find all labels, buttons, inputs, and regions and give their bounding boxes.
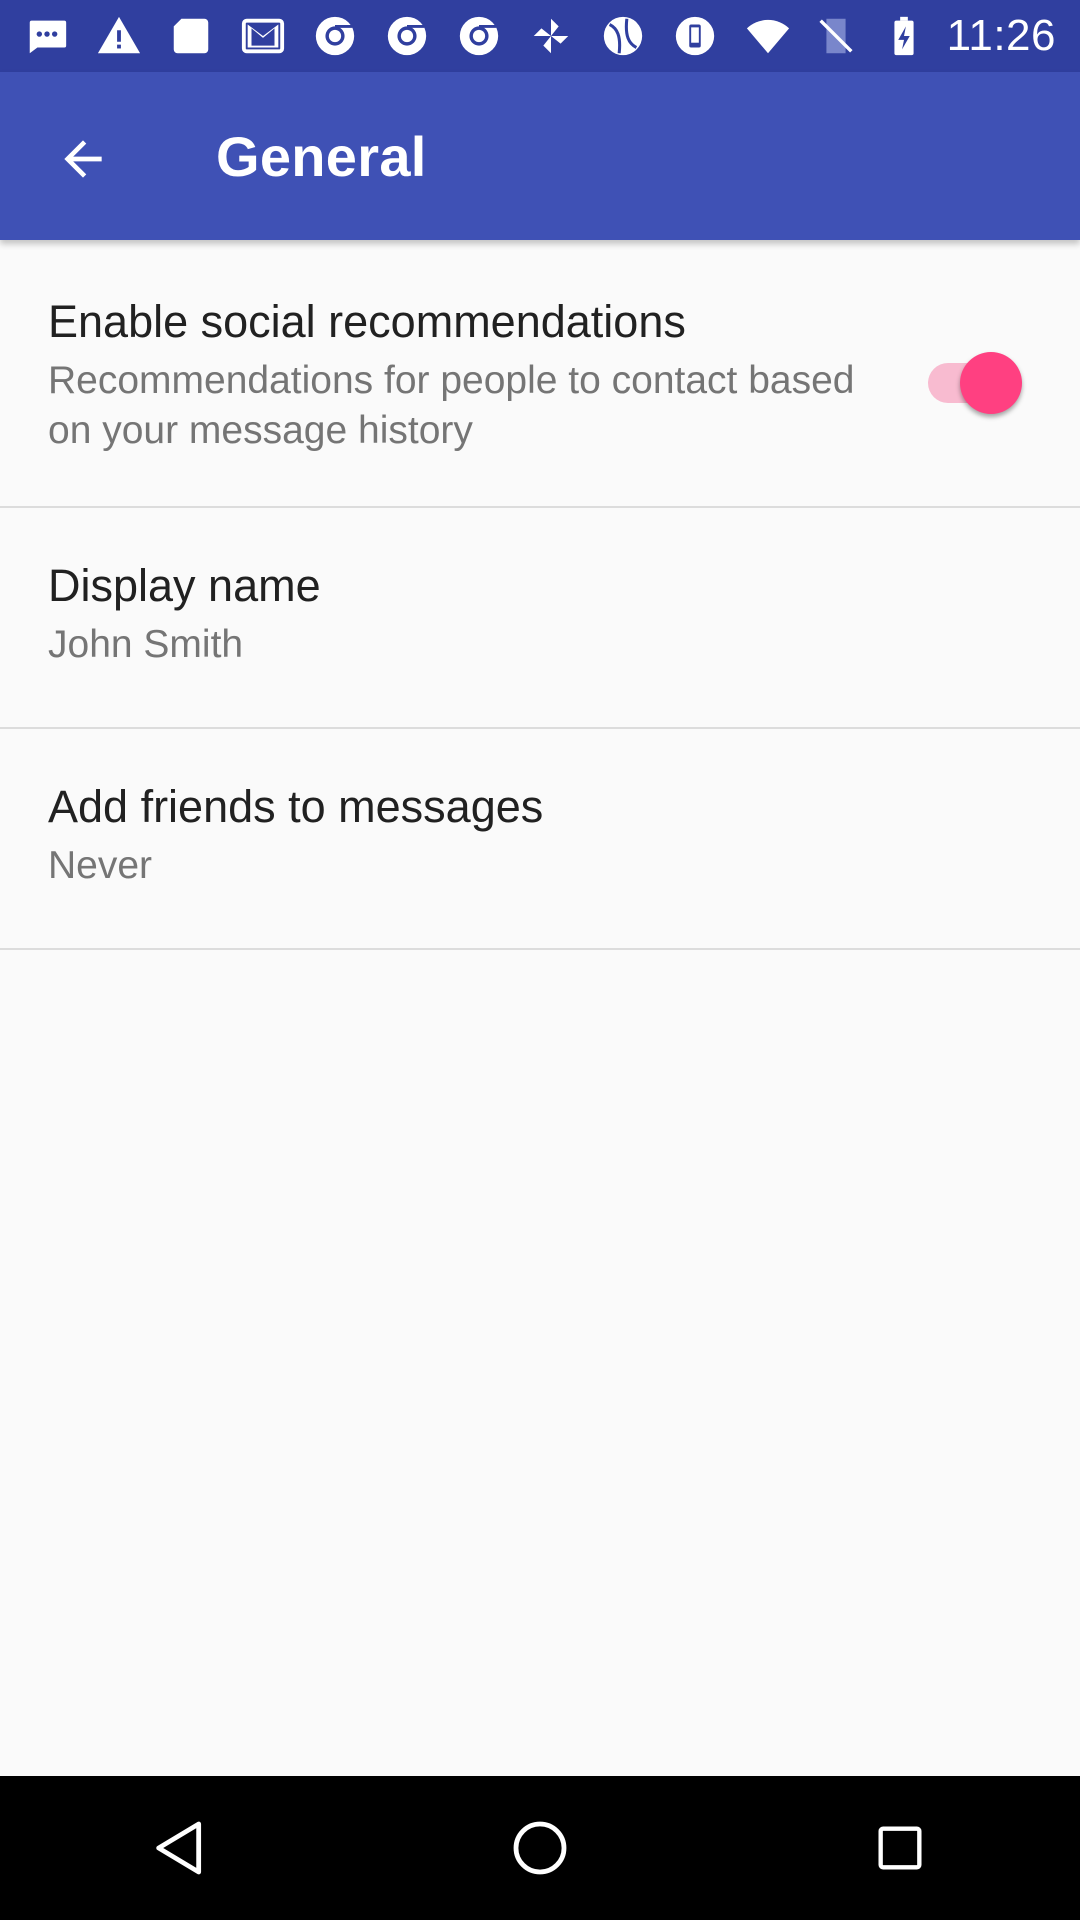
app-bar: General: [0, 72, 1080, 240]
nav-home-button[interactable]: [470, 1788, 610, 1908]
pref-title: Add friends to messages: [48, 781, 544, 832]
battery-charging-icon: [879, 11, 929, 61]
page-title: General: [216, 125, 427, 188]
recents-square-icon: [878, 1826, 922, 1870]
warning-icon: [94, 11, 144, 61]
no-sim-icon: [811, 11, 861, 61]
pref-title: Enable social recommendations: [48, 296, 686, 347]
clock: 11:26: [946, 11, 1056, 60]
nav-back-button[interactable]: [110, 1788, 250, 1908]
pref-summary: Never: [48, 844, 153, 887]
home-circle-icon: [513, 1821, 567, 1875]
chrome-icon: [454, 11, 504, 61]
social-recommendations-switch[interactable]: [924, 342, 1024, 414]
phone-icon: [670, 11, 720, 61]
nav-recents-button[interactable]: [830, 1788, 970, 1908]
pref-display-name[interactable]: Display name John Smith: [0, 508, 1080, 729]
chrome-icon: [310, 11, 360, 61]
back-triangle-icon: [156, 1821, 202, 1875]
pref-title: Display name: [48, 560, 321, 611]
ball-icon: [598, 11, 648, 61]
pref-summary: John Smith: [48, 623, 244, 666]
preferences-list: Enable social recommendations Recommenda…: [0, 240, 1080, 950]
pref-social-recommendations[interactable]: Enable social recommendations Recommenda…: [0, 240, 1080, 508]
pinwheel-icon: [526, 11, 576, 61]
navigation-bar: [0, 1776, 1080, 1920]
wifi-icon: [743, 11, 793, 61]
notification-icons: [22, 11, 720, 61]
chrome-icon: [382, 11, 432, 61]
pref-add-friends[interactable]: Add friends to messages Never: [0, 729, 1080, 950]
arrow-back-icon: [64, 140, 102, 178]
switch-thumb: [960, 352, 1022, 414]
chat-icon: [22, 11, 72, 61]
back-button[interactable]: [40, 116, 126, 202]
status-bar: 11:26: [0, 0, 1080, 72]
pref-summary: Recommendations for people to contact ba…: [48, 359, 855, 452]
gmail-icon: [238, 11, 288, 61]
sd-card-icon: [166, 11, 216, 61]
